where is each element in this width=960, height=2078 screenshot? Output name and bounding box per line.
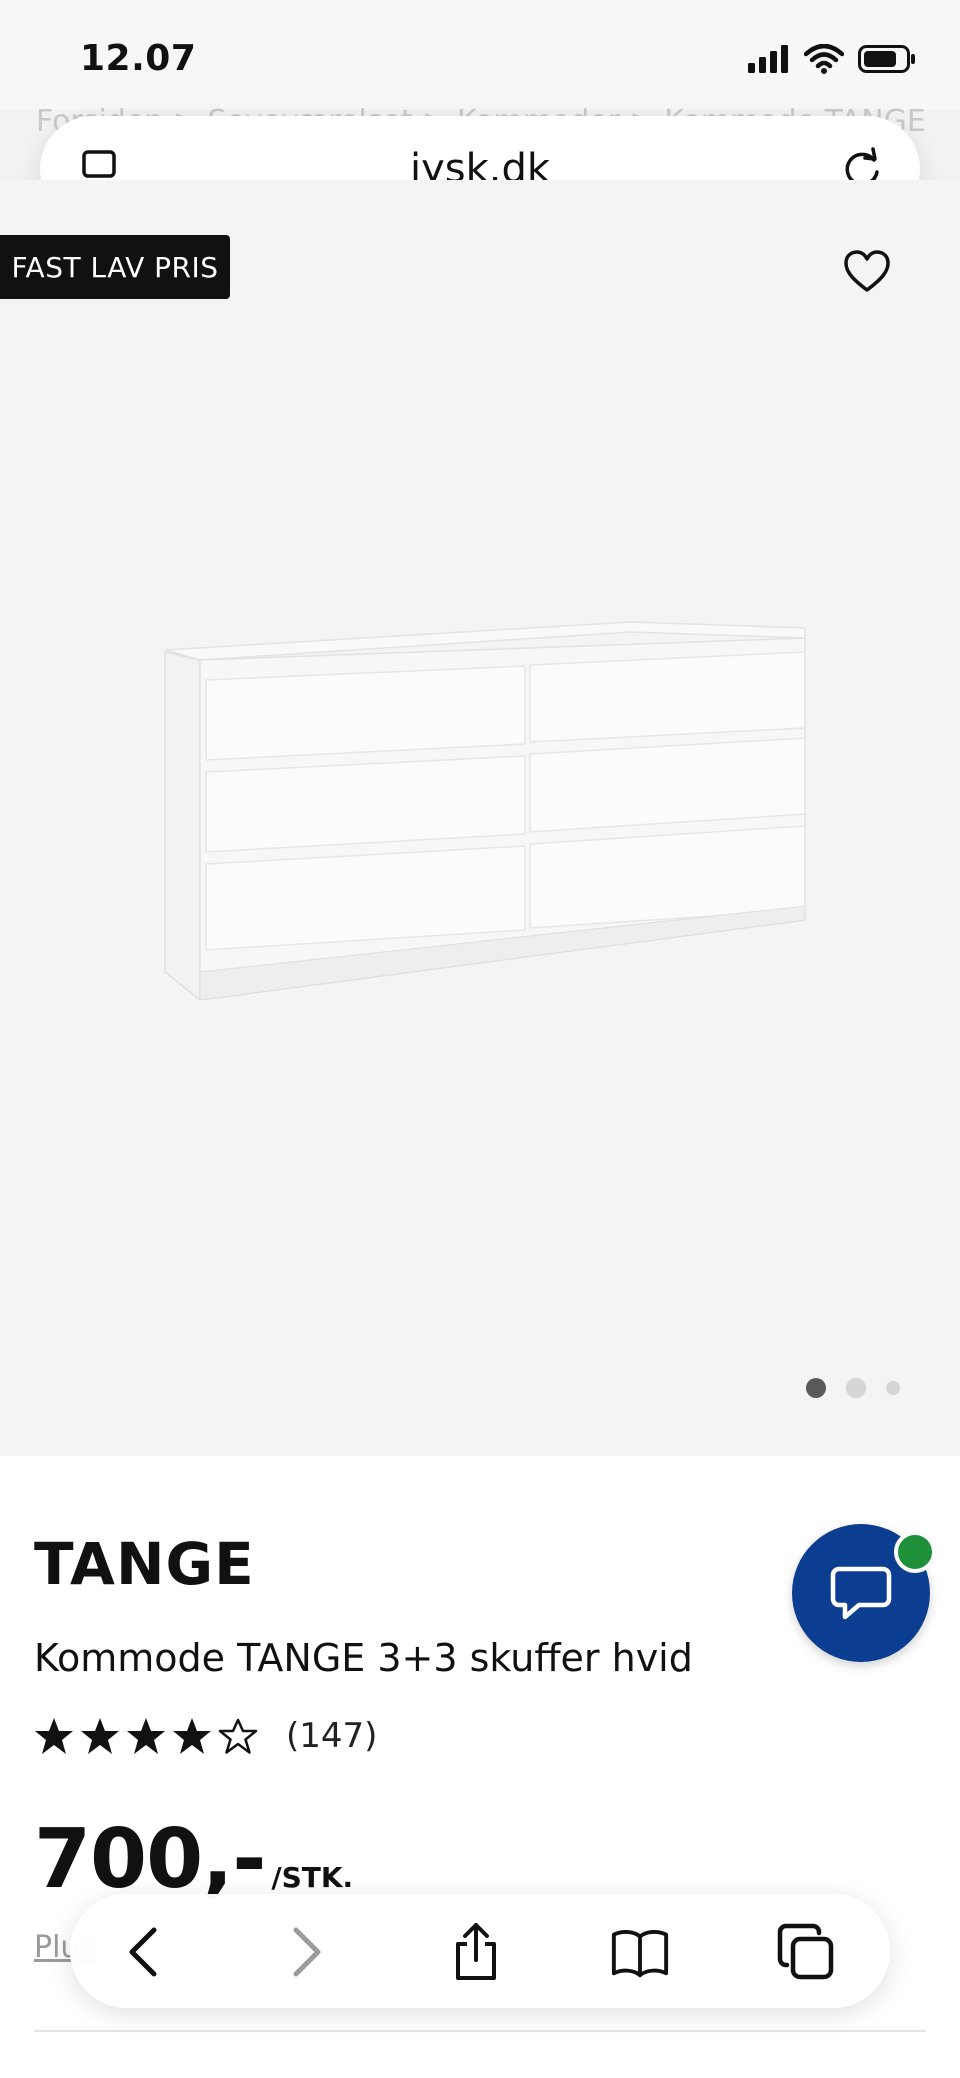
rating-count[interactable]: (147): [286, 1716, 377, 1756]
gallery-dot[interactable]: [886, 1381, 900, 1395]
gallery-dot[interactable]: [806, 1378, 826, 1398]
bookmarks-icon[interactable]: [610, 1926, 670, 1978]
price-value: 700,-: [34, 1812, 266, 1907]
price: 700,- /STK.: [34, 1812, 353, 1907]
star-filled-icon: [81, 1718, 119, 1754]
online-indicator: [894, 1531, 936, 1573]
tabs-button[interactable]: [776, 1922, 836, 1982]
tabs-icon[interactable]: [777, 1923, 835, 1981]
star-filled-icon: [127, 1718, 165, 1754]
signal-icon: [748, 45, 788, 73]
heart-icon[interactable]: [842, 248, 892, 296]
share-button[interactable]: [446, 1922, 506, 1982]
star-empty-icon: [218, 1718, 258, 1754]
gallery-dot[interactable]: [846, 1378, 866, 1398]
divider: [34, 2030, 926, 2032]
status-icons: [748, 44, 916, 74]
chat-bubble-icon: [830, 1566, 892, 1620]
star-filled-icon: [173, 1718, 211, 1754]
forward-icon[interactable]: [286, 1926, 326, 1978]
browser-toolbar: [70, 1894, 890, 2008]
back-button[interactable]: [114, 1922, 174, 1982]
star-filled-icon: [35, 1718, 73, 1754]
price-unit: /STK.: [271, 1861, 354, 1894]
status-time: 12.07: [80, 38, 197, 79]
product-brand: TANGE: [34, 1530, 255, 1598]
forward-button[interactable]: [276, 1922, 336, 1982]
battery-icon: [858, 45, 915, 73]
bookmarks-button[interactable]: [610, 1922, 670, 1982]
share-icon[interactable]: [450, 1922, 502, 1982]
status-bar: 12.07: [0, 0, 960, 110]
back-icon[interactable]: [124, 1926, 164, 1978]
product-title: Kommode TANGE 3+3 skuffer hvid: [34, 1636, 693, 1680]
rating[interactable]: (147): [34, 1716, 377, 1756]
gallery-pagination[interactable]: [806, 1378, 900, 1398]
dresser-illustration: [164, 621, 806, 1000]
wifi-icon: [804, 44, 844, 74]
price-badge: FAST LAV PRIS: [0, 235, 230, 299]
